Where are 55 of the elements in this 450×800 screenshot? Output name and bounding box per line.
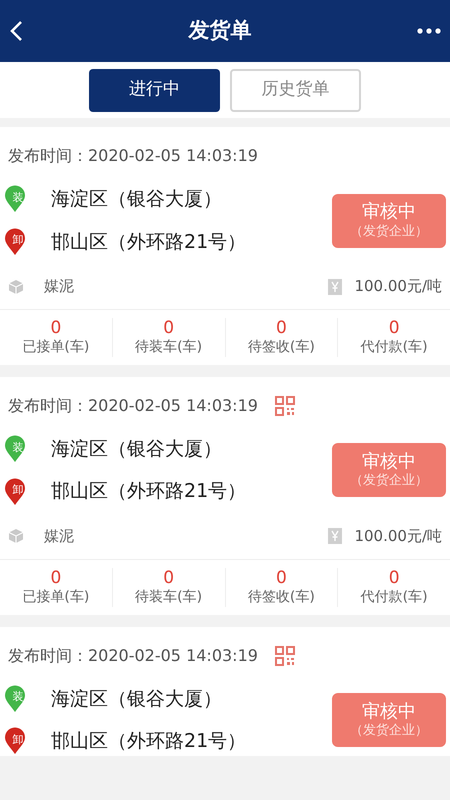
yen-icon — [328, 278, 342, 294]
box-icon — [8, 278, 24, 294]
stat-label: 待装车(车) — [135, 339, 202, 357]
address-text: 海淀区（银谷大厦） — [51, 436, 222, 462]
order-card[interactable]: 发布时间：2020-02-05 14:03:19 装 海淀区（银谷大厦） 卸 邯山区（外环路21号） 审核中 （发货企业） 媒泥 100.00元/吨 0 已接单(车) 0 待装车(车) 0 待签收(车) 0 代付款(车) — [0, 376, 450, 614]
pin-label: 卸 — [12, 734, 24, 745]
stat-label: 代付款(车) — [360, 339, 428, 357]
back-icon[interactable] — [8, 19, 24, 43]
price-text: 100.00元/吨 — [354, 526, 442, 547]
order-card[interactable]: 发布时间：2020-02-05 14:03:19 装 海淀区（银谷大厦） 卸 邯山区（外环路21号） 审核中 （发货企业） 媒泥 100.00元/吨 0 已接单(车) 0 待装车(车) 0 待签收(车) 0 代付款(车) — [0, 127, 450, 365]
stat-label: 代付款(车) — [360, 589, 428, 606]
qr-code-icon[interactable] — [274, 394, 296, 417]
page-title: 发货单 — [188, 17, 252, 44]
address-text: 海淀区（银谷大厦） — [51, 187, 222, 212]
qr-code-icon[interactable] — [274, 644, 296, 666]
pin-label: 卸 — [12, 484, 24, 495]
price-text: 100.00元/吨 — [354, 276, 442, 298]
address-text: 邯山区（外环路21号） — [51, 729, 246, 754]
status-title: 审核中 — [362, 201, 416, 224]
box-icon — [8, 528, 24, 544]
publish-time: 发布时间：2020-02-05 14:03:19 — [8, 145, 258, 167]
stat-value: 0 — [276, 318, 287, 340]
address-text: 邯山区（外环路21号） — [51, 230, 246, 254]
pin-label: 卸 — [12, 234, 24, 246]
cargo-name: 媒泥 — [44, 276, 74, 298]
yen-icon — [328, 528, 342, 544]
pin-label: 装 — [12, 192, 24, 203]
stat-value: 0 — [388, 568, 400, 589]
address-text: 海淀区（银谷大厦） — [51, 686, 222, 712]
status-subtitle: （发货企业） — [350, 224, 428, 240]
stat-label: 待签收(车) — [248, 589, 315, 606]
more-icon[interactable] — [416, 27, 442, 35]
status-subtitle: （发货企业） — [350, 723, 428, 740]
stat-value: 0 — [163, 568, 174, 589]
pin-label: 装 — [12, 691, 24, 702]
stat-value: 0 — [50, 318, 62, 339]
stat-label: 已接单(车) — [22, 589, 90, 606]
tab[interactable]: 进行中 — [89, 68, 220, 112]
stat-value: 0 — [163, 318, 174, 339]
status-subtitle: （发货企业） — [350, 473, 428, 490]
stat-label: 待签收(车) — [248, 339, 315, 357]
tab[interactable]: 历史货单 — [230, 68, 361, 112]
stat-value: 0 — [388, 318, 400, 340]
order-card[interactable]: 发布时间：2020-02-05 14:03:19 装 海淀区（银谷大厦） 卸 邯山区（外环路21号） 审核中 （发货企业） — [0, 626, 450, 756]
pin-label: 装 — [12, 442, 24, 452]
publish-time: 发布时间：2020-02-05 14:03:19 — [8, 644, 258, 666]
cargo-name: 媒泥 — [44, 526, 74, 547]
address-text: 邯山区（外环路21号） — [51, 479, 246, 504]
status-title: 审核中 — [362, 450, 416, 473]
status-title: 审核中 — [362, 700, 416, 723]
publish-time: 发布时间：2020-02-05 14:03:19 — [8, 394, 258, 417]
stat-value: 0 — [50, 568, 62, 589]
stat-label: 待装车(车) — [135, 589, 202, 606]
stat-value: 0 — [276, 568, 287, 589]
stat-label: 已接单(车) — [22, 339, 90, 357]
